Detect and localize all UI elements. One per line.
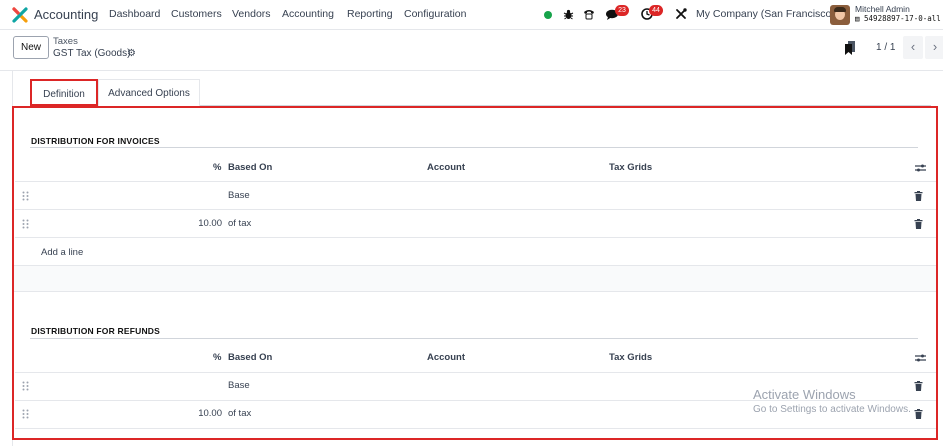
bookmark-icon[interactable] xyxy=(845,41,856,55)
tools-icon[interactable] xyxy=(675,8,687,20)
menu-configuration[interactable]: Configuration xyxy=(404,8,466,20)
record-actions-gear-icon[interactable]: ⚙ xyxy=(127,48,136,59)
menu-customers[interactable]: Customers xyxy=(171,8,222,20)
breadcrumb-current-record: GST Tax (Goods) xyxy=(53,48,131,59)
user-name[interactable]: Mitchell Admin xyxy=(855,4,910,14)
menu-reporting[interactable]: Reporting xyxy=(347,8,393,20)
breadcrumb-taxes[interactable]: Taxes xyxy=(53,36,78,47)
company-switcher[interactable]: My Company (San Francisco) xyxy=(696,8,835,20)
avatar-hair xyxy=(834,7,846,12)
menu-dashboard[interactable]: Dashboard xyxy=(109,8,160,20)
menu-accounting[interactable]: Accounting xyxy=(282,8,334,20)
activate-windows-title: Activate Windows xyxy=(753,387,856,402)
database-value: 54928897-17-0-all xyxy=(864,14,941,23)
tab-advanced-options[interactable]: Advanced Options xyxy=(98,79,200,106)
phone-icon[interactable] xyxy=(583,8,595,20)
app-name[interactable]: Accounting xyxy=(34,7,98,22)
form-sheet-divider xyxy=(0,70,943,71)
activities-count-badge: 44 xyxy=(649,5,663,16)
tab-definition[interactable]: Definition xyxy=(30,79,98,106)
menu-vendors[interactable]: Vendors xyxy=(232,8,271,20)
pager-next-button[interactable]: › xyxy=(925,36,943,59)
new-button[interactable]: New xyxy=(13,36,49,59)
accounting-logo-icon[interactable] xyxy=(12,7,28,23)
top-navbar: Accounting Dashboard Customers Vendors A… xyxy=(0,0,943,30)
database-name: ▤ 54928897-17-0-all xyxy=(855,14,941,23)
pager-value[interactable]: 1 / 1 xyxy=(876,42,895,53)
messages-count-badge: 23 xyxy=(615,5,629,16)
debug-bug-icon[interactable] xyxy=(563,9,574,20)
status-online-icon xyxy=(544,11,552,19)
user-avatar[interactable] xyxy=(830,5,850,25)
pager-previous-button[interactable]: ‹ xyxy=(903,36,923,59)
activate-windows-subtitle: Go to Settings to activate Windows. xyxy=(753,404,911,415)
